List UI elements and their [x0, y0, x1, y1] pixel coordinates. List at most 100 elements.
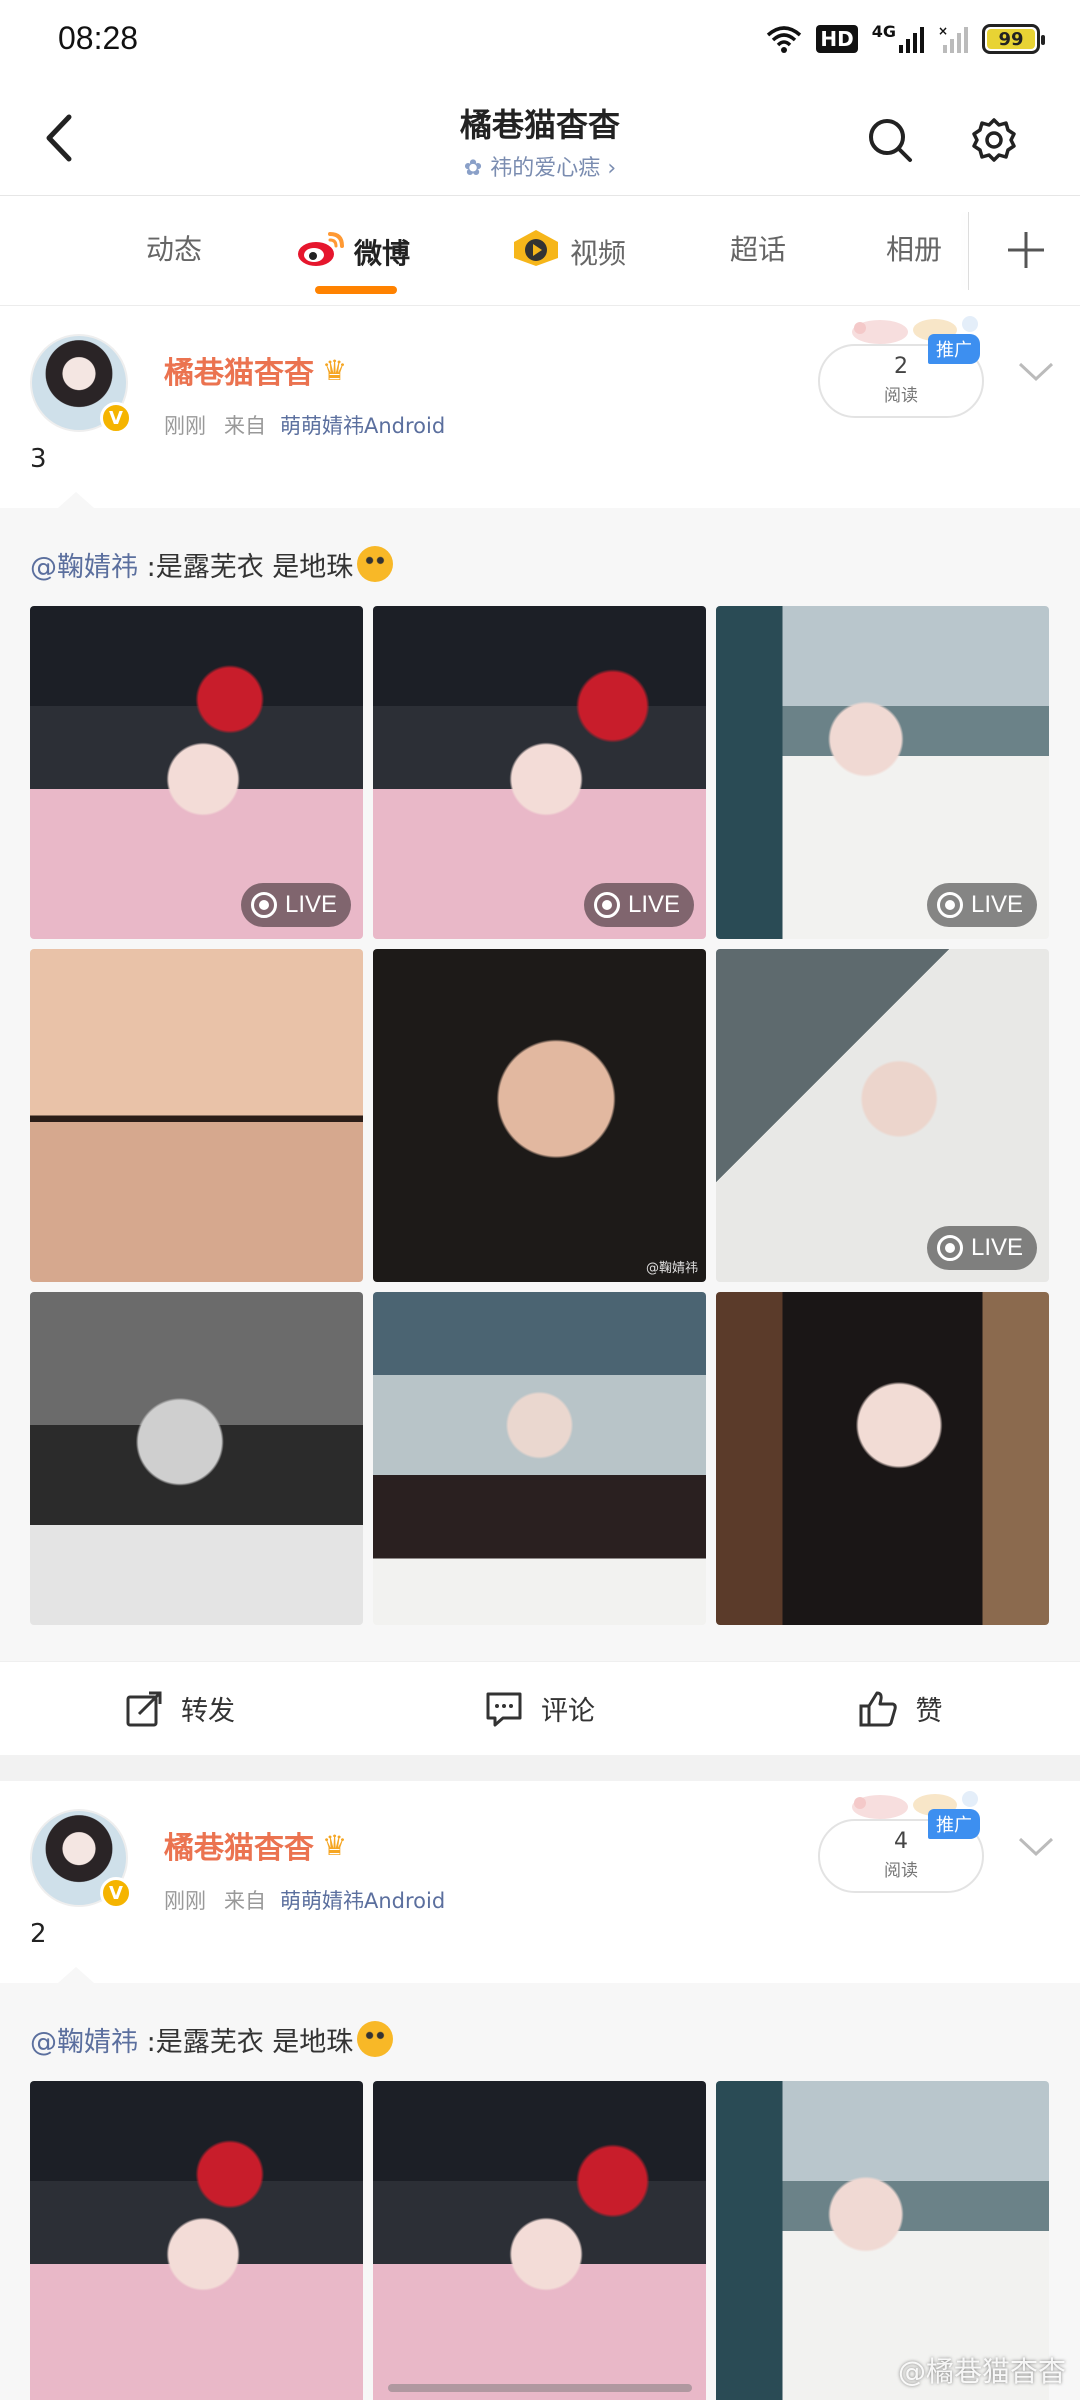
photo-thumbnail[interactable]: LIVE [716, 949, 1049, 1282]
post-source[interactable]: 萌萌婧祎Android [280, 1889, 445, 1913]
post-menu-button[interactable] [1016, 352, 1056, 392]
wifi-icon [766, 22, 802, 56]
post-text: 3 [30, 444, 47, 474]
verified-badge-icon: V [100, 402, 132, 434]
crown-icon: ♛ [322, 1828, 348, 1862]
post-source[interactable]: 萌萌婧祎Android [280, 414, 445, 438]
live-photo-badge: LIVE [240, 883, 351, 927]
repost-content: :是露芜衣 是地珠 [146, 551, 354, 583]
plus-icon [1008, 232, 1044, 268]
smile-emoji-icon [357, 2021, 394, 2057]
post-time: 刚刚 [164, 414, 206, 438]
author-name[interactable]: 橘巷猫杳杳 ♛ [164, 348, 347, 392]
photo-thumbnail[interactable] [716, 1292, 1049, 1625]
like-button[interactable]: 赞 [720, 1662, 1080, 1755]
live-icon [250, 892, 277, 918]
post-time: 刚刚 [164, 1889, 206, 1913]
photo-watermark: @鞠婧祎 [645, 1261, 698, 1276]
tab-divider [968, 212, 969, 290]
post-text: 2 [30, 1919, 47, 1949]
feed: V 橘巷猫杳杳 ♛ 刚刚 来自 萌萌婧祎Android 2 阅读 推广 3 @鞠婧祎… [0, 306, 1080, 2400]
active-tab-indicator [315, 286, 397, 294]
thumbs-up-icon [859, 1691, 897, 1726]
status-icons: HD 4G × 99 [766, 22, 1045, 56]
repost-icon [126, 1691, 162, 1726]
post-actions: 转发 评论 赞 [0, 1661, 1080, 1755]
live-photo-badge: LIVE [583, 883, 694, 927]
chevron-down-icon [1018, 362, 1054, 382]
repost-content: :是露芜衣 是地珠 [146, 2026, 354, 2058]
post-header: V 橘巷猫杳杳 ♛ 刚刚 来自 萌萌婧祎Android 2 阅读 推广 [0, 306, 1080, 438]
hd-icon: HD [816, 25, 858, 53]
live-icon [936, 1235, 963, 1261]
tab-weibo[interactable]: 微博 [296, 228, 410, 275]
status-time: 08:28 [58, 20, 139, 56]
repost-text: @鞠婧祎 :是露芜衣 是地珠 [30, 2009, 1050, 2069]
promote-badge[interactable]: 推广 [928, 1809, 980, 1839]
post-menu-button[interactable] [1016, 1827, 1056, 1867]
comment-button[interactable]: 评论 [360, 1662, 720, 1755]
search-button[interactable] [860, 110, 920, 170]
bottom-watermark: @橘巷猫杳杳 [897, 2355, 1066, 2388]
add-tab-button[interactable] [998, 222, 1054, 278]
post-card[interactable]: V 橘巷猫杳杳 ♛ 刚刚 来自 萌萌婧祎Android 4 阅读 推广 2 @鞠婧祎… [0, 1781, 1080, 2400]
crown-icon: ♛ [322, 353, 348, 387]
author-name[interactable]: 橘巷猫杳杳 ♛ [164, 1823, 347, 1867]
signal-secondary-icon: × [938, 22, 968, 56]
post-from-label: 来自 [224, 414, 266, 438]
live-photo-badge: LIVE [926, 883, 1037, 927]
status-bar: 08:28 HD 4G × 99 [0, 0, 1080, 80]
repost-button[interactable]: 转发 [0, 1662, 360, 1755]
tab-album[interactable]: 相册 [886, 228, 942, 268]
live-icon [593, 892, 620, 918]
chevron-right-icon: › [607, 156, 617, 181]
settings-button[interactable] [964, 110, 1024, 170]
weibo-logo-icon [296, 228, 346, 275]
read-label: 阅读 [884, 386, 918, 406]
post-from-label: 来自 [224, 1889, 266, 1913]
chevron-down-icon [1018, 1837, 1054, 1857]
home-indicator[interactable] [388, 2384, 692, 2392]
profile-header: 橘巷猫杳杳 ✿ 祎的爱心痣 › [0, 80, 1080, 196]
repost-block[interactable]: @鞠婧祎 :是露芜衣 是地珠 LIVE LIVE LIVE @鞠婧祎 LIVE [0, 492, 1080, 1661]
network-type: 4G [871, 22, 896, 41]
photo-thumbnail[interactable]: LIVE [30, 606, 363, 939]
photo-thumbnail[interactable] [30, 2081, 363, 2400]
photo-thumbnail[interactable] [373, 1292, 706, 1625]
photo-thumbnail[interactable]: @鞠婧祎 [373, 949, 706, 1282]
post-meta: 刚刚 来自 萌萌婧祎Android [164, 410, 445, 440]
gear-icon [972, 118, 1016, 162]
clover-icon: ✿ [463, 156, 483, 181]
photo-thumbnail[interactable] [30, 1292, 363, 1625]
battery-level: 99 [987, 29, 1035, 50]
promote-badge[interactable]: 推广 [928, 334, 980, 364]
battery-icon: 99 [982, 24, 1045, 54]
image-grid: LIVE LIVE LIVE @鞠婧祎 LIVE [30, 606, 1050, 1661]
card-separator [0, 1755, 1080, 1781]
smile-emoji-icon [357, 546, 394, 582]
post-card[interactable]: V 橘巷猫杳杳 ♛ 刚刚 来自 萌萌婧祎Android 2 阅读 推广 3 @鞠婧祎… [0, 306, 1080, 1755]
tab-dynamic[interactable]: 动态 [146, 228, 202, 268]
photo-thumbnail[interactable]: LIVE [716, 606, 1049, 939]
post-header: V 橘巷猫杳杳 ♛ 刚刚 来自 萌萌婧祎Android 4 阅读 推广 [0, 1781, 1080, 1913]
comment-icon [486, 1692, 522, 1726]
video-icon [510, 228, 562, 275]
tab-video[interactable]: 视频 [510, 228, 626, 275]
read-label: 阅读 [884, 1861, 918, 1881]
signal-icon: 4G [872, 22, 924, 56]
post-meta: 刚刚 来自 萌萌婧祎Android [164, 1885, 445, 1915]
fan-group-label: 祎的爱心痣 [490, 156, 601, 181]
repost-block[interactable]: @鞠婧祎 :是露芜衣 是地珠 [0, 1967, 1080, 2400]
tab-super-topic[interactable]: 超话 [730, 228, 786, 268]
photo-thumbnail[interactable] [30, 949, 363, 1282]
mention-link[interactable]: @鞠婧祎 [30, 545, 138, 584]
live-photo-badge: LIVE [926, 1226, 1037, 1270]
mention-link[interactable]: @鞠婧祎 [30, 2020, 138, 2059]
photo-thumbnail[interactable]: LIVE [373, 606, 706, 939]
repost-text: @鞠婧祎 :是露芜衣 是地珠 [30, 534, 1050, 594]
profile-tabs: 动态 微博 视频 超话 相册 [0, 196, 1080, 306]
live-icon [936, 892, 963, 918]
svg-text:×: × [938, 25, 948, 38]
photo-thumbnail[interactable] [373, 2081, 706, 2400]
search-icon [869, 119, 912, 162]
